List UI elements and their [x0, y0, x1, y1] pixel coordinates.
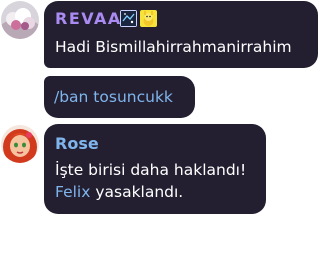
sparkle-badge-icon — [120, 10, 137, 27]
message-bubble-command: /ban tosuncukk — [44, 76, 195, 118]
command-link[interactable]: /ban tosuncukk — [54, 86, 173, 108]
sender-name-rose[interactable]: Rose — [55, 134, 99, 154]
message-bubble-revaa: REVAA Hadi Bismillahirrahmanirrahim — [44, 1, 318, 68]
message-line-2: Felix yasaklandı. — [55, 181, 246, 203]
rose-avatar[interactable] — [1, 125, 39, 163]
user-badges — [120, 10, 157, 27]
yellow-pet-badge-icon — [140, 10, 157, 27]
message-line-2-rest: yasaklandı. — [90, 183, 184, 201]
sender-name-revaa[interactable]: REVAA — [55, 9, 122, 29]
revaa-avatar[interactable] — [1, 1, 39, 39]
message-line-1: İşte birisi daha haklandı! — [55, 161, 247, 179]
revaa-avatar-image — [1, 1, 39, 39]
message-text: İşte birisi daha haklandı! Felix yasakla… — [55, 159, 246, 203]
rose-avatar-image — [1, 125, 39, 163]
user-mention[interactable]: Felix — [55, 183, 90, 201]
chat-window: REVAA Hadi Bismillahirrahmanirrahim /ban… — [0, 0, 320, 264]
message-text: Hadi Bismillahirrahmanirrahim — [55, 38, 292, 56]
message-bubble-rose: Rose İşte birisi daha haklandı! Felix ya… — [44, 124, 266, 214]
